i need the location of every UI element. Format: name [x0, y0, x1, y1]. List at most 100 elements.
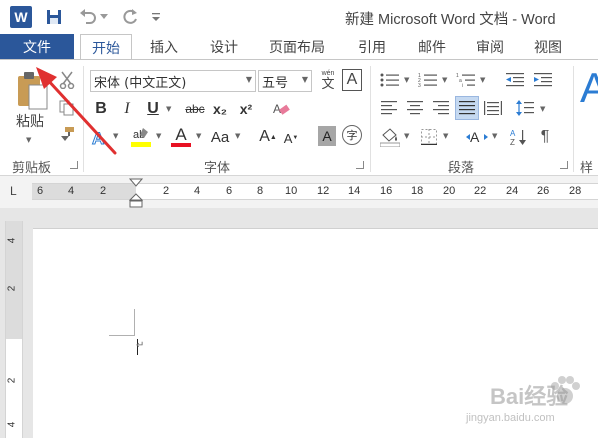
repeat-icon[interactable]: [120, 6, 140, 28]
decrease-indent-icon[interactable]: [504, 70, 526, 90]
paragraph-group-label: 段落: [448, 161, 475, 176]
ruler-number: 24: [506, 185, 519, 197]
margin-crop-mark: [134, 309, 135, 336]
shading-icon[interactable]: [378, 126, 402, 148]
ruler-number: 2: [100, 185, 107, 197]
bold-button[interactable]: B: [92, 98, 110, 120]
underline-dropdown-icon[interactable]: ▼: [166, 105, 171, 113]
align-left-icon[interactable]: [378, 98, 400, 118]
copy-icon[interactable]: [57, 98, 77, 118]
svg-text:i: i: [462, 83, 463, 88]
clipboard-launcher-icon[interactable]: [70, 161, 78, 169]
chinese-layout-icon[interactable]: A: [464, 126, 490, 148]
tab-page-layout[interactable]: 页面布局: [262, 34, 332, 60]
clipboard-group-label: 剪贴板: [12, 161, 52, 176]
show-paragraph-marks-icon[interactable]: ¶: [534, 126, 556, 148]
font-size-value: 五号: [262, 75, 289, 91]
shading-dropdown-icon[interactable]: ▼: [404, 132, 409, 140]
paste-icon[interactable]: [12, 70, 52, 112]
format-painter-icon[interactable]: [57, 124, 77, 144]
ruler-number: 22: [474, 185, 487, 197]
tab-references[interactable]: 引用: [348, 34, 396, 60]
shrink-font-button[interactable]: A ▼: [282, 128, 300, 148]
font-color-label: A: [175, 124, 187, 144]
enclose-characters-button[interactable]: 字: [342, 125, 362, 145]
change-case-button[interactable]: Aa: [208, 126, 232, 148]
watermark-text: Bai经验: [490, 384, 569, 409]
tab-design[interactable]: 设计: [200, 34, 248, 60]
numbering-icon[interactable]: 123: [416, 70, 440, 90]
tab-home[interactable]: 开始: [80, 34, 132, 60]
font-name-combo[interactable]: 宋体 (中文正文) ▼: [90, 70, 256, 92]
paragraph-mark: ↵: [136, 340, 145, 351]
ruler-number: 18: [411, 185, 424, 197]
tab-selector[interactable]: L: [10, 184, 22, 198]
increase-indent-icon[interactable]: [532, 70, 554, 90]
bullets-icon[interactable]: [378, 70, 402, 90]
horizontal-ruler[interactable]: 6 4 2 2 4 6 8 10 12 14 16 18 20 22 24 26…: [32, 183, 598, 200]
ruler-number: 4: [6, 421, 18, 428]
save-icon[interactable]: [44, 6, 64, 28]
grow-font-button[interactable]: A ▲: [258, 126, 278, 148]
text-effects-icon[interactable]: A: [90, 126, 110, 148]
numbering-dropdown-icon[interactable]: ▼: [442, 76, 447, 84]
line-spacing-icon[interactable]: [514, 98, 536, 118]
customize-qat-icon[interactable]: [150, 6, 162, 28]
paragraph-launcher-icon[interactable]: [560, 161, 568, 169]
tab-review[interactable]: 审阅: [466, 34, 514, 60]
vertical-ruler[interactable]: 4 2 2 4: [5, 221, 23, 438]
character-shading-button[interactable]: A: [318, 126, 336, 146]
subscript-button[interactable]: x₂: [210, 98, 230, 120]
ruler-number: 10: [285, 185, 298, 197]
justify-icon[interactable]: [455, 96, 479, 120]
tab-insert[interactable]: 插入: [140, 34, 188, 60]
font-color-dropdown-icon[interactable]: ▼: [196, 132, 201, 140]
borders-icon[interactable]: [418, 126, 440, 148]
window-title: 新建 Microsoft Word 文档 - Word: [345, 12, 556, 28]
tab-mailings[interactable]: 邮件: [408, 34, 456, 60]
shrink-arrow-icon: ▼: [292, 135, 299, 141]
paste-button[interactable]: 粘贴: [10, 112, 50, 130]
multilevel-list-icon[interactable]: 1ai: [454, 70, 478, 90]
ruler-number: 14: [348, 185, 361, 197]
tab-file[interactable]: 文件: [0, 34, 74, 60]
indent-marker-icon[interactable]: [129, 178, 143, 210]
align-center-icon[interactable]: [404, 98, 426, 118]
watermark-url: jingyan.baidu.com: [466, 412, 555, 424]
styles-gallery-icon[interactable]: A: [580, 64, 598, 111]
ribbon: 粘贴 ▼ 剪贴板 宋体 (中文正文) ▼ 五号 ▼ wén 文 A B I U …: [0, 59, 598, 195]
highlight-dropdown-icon[interactable]: ▼: [156, 132, 161, 140]
multilevel-dropdown-icon[interactable]: ▼: [480, 76, 485, 84]
font-color-button[interactable]: A: [170, 124, 192, 148]
italic-button[interactable]: I: [118, 98, 136, 120]
bullets-dropdown-icon[interactable]: ▼: [404, 76, 409, 84]
tab-view[interactable]: 视图: [524, 34, 572, 60]
align-right-icon[interactable]: [430, 98, 452, 118]
line-spacing-dropdown-icon[interactable]: ▼: [540, 105, 545, 113]
underline-button[interactable]: U: [144, 98, 162, 120]
chinese-layout-dropdown-icon[interactable]: ▼: [492, 132, 497, 140]
sort-icon[interactable]: AZ: [508, 126, 530, 148]
paste-dropdown-icon[interactable]: ▼: [26, 136, 31, 144]
cut-icon[interactable]: [57, 70, 77, 90]
grow-font-label: A: [259, 128, 270, 145]
strikethrough-button[interactable]: abc: [182, 98, 208, 120]
distributed-icon[interactable]: [482, 98, 504, 118]
word-logo-icon[interactable]: W: [10, 6, 32, 28]
undo-dropdown-icon[interactable]: [99, 6, 109, 28]
text-effects-dropdown-icon[interactable]: ▼: [113, 132, 118, 140]
phonetic-guide-button[interactable]: wén 文: [318, 68, 338, 92]
font-size-combo[interactable]: 五号 ▼: [258, 70, 312, 92]
borders-dropdown-icon[interactable]: ▼: [443, 132, 448, 140]
character-border-button[interactable]: A: [342, 69, 362, 91]
font-launcher-icon[interactable]: [356, 161, 364, 169]
change-case-dropdown-icon[interactable]: ▼: [235, 132, 240, 140]
ruler-area: L 6 4 2 2 4 6 8 10 12 14 16 18 20 22 24 …: [0, 176, 598, 208]
superscript-button[interactable]: x²: [236, 98, 256, 120]
clear-formatting-icon[interactable]: A: [270, 98, 292, 120]
font-name-dropdown-icon[interactable]: ▼: [246, 75, 252, 84]
undo-icon[interactable]: [78, 6, 98, 28]
text-highlight-icon[interactable]: ab: [130, 126, 152, 148]
font-size-dropdown-icon[interactable]: ▼: [302, 75, 308, 84]
watermark: Bai经验 jingyan.baidu.com: [458, 372, 598, 438]
